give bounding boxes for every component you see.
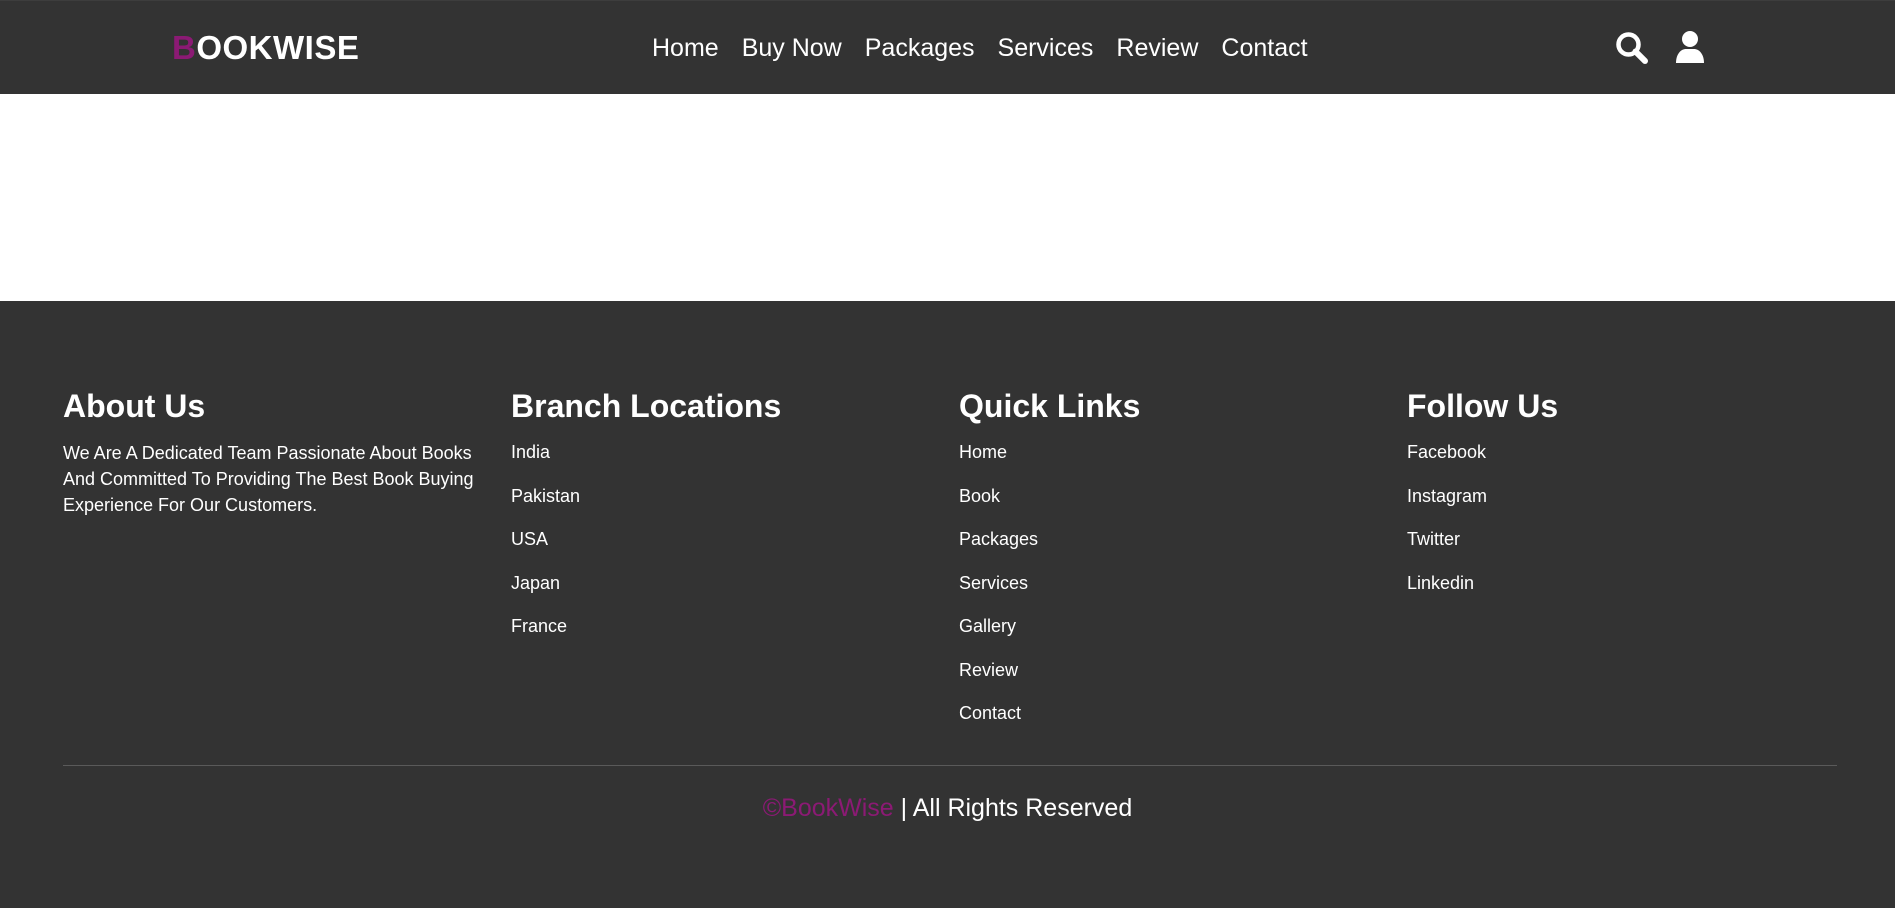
footer-branches-column: Branch Locations India Pakistan USA Japa… xyxy=(511,386,941,657)
quick-link-book[interactable]: Book xyxy=(959,486,1000,506)
quick-link-item: Gallery xyxy=(959,613,1389,657)
user-icon xyxy=(1672,30,1708,66)
branch-link-japan[interactable]: Japan xyxy=(511,573,560,593)
branch-list: India Pakistan USA Japan France xyxy=(511,439,941,657)
social-link-item: Twitter xyxy=(1407,526,1837,570)
nav-services[interactable]: Services xyxy=(998,31,1094,65)
nav-review[interactable]: Review xyxy=(1116,31,1198,65)
quick-link-packages[interactable]: Packages xyxy=(959,529,1038,549)
quick-link-home[interactable]: Home xyxy=(959,442,1007,462)
quick-links-list: Home Book Packages Services Gallery Revi… xyxy=(959,439,1389,744)
social-link-linkedin[interactable]: Linkedin xyxy=(1407,573,1474,593)
quick-link-item: Packages xyxy=(959,526,1389,570)
quick-link-item: Book xyxy=(959,483,1389,527)
social-link-instagram[interactable]: Instagram xyxy=(1407,486,1487,506)
nav-buy-now[interactable]: Buy Now xyxy=(742,31,842,65)
social-link-item: Linkedin xyxy=(1407,570,1837,614)
quick-link-item: Home xyxy=(959,439,1389,483)
quick-link-services[interactable]: Services xyxy=(959,573,1028,593)
branch-link-usa[interactable]: USA xyxy=(511,529,548,549)
copyright-text: | All Rights Reserved xyxy=(893,794,1133,822)
branch-item: USA xyxy=(511,526,941,570)
quick-link-gallery[interactable]: Gallery xyxy=(959,616,1016,636)
copyright-brand: ©BookWise xyxy=(762,794,894,822)
footer-follow-column: Follow Us Facebook Instagram Twitter Lin… xyxy=(1407,386,1837,613)
social-link-twitter[interactable]: Twitter xyxy=(1407,529,1460,549)
main-nav: Home Buy Now Packages Services Review Co… xyxy=(652,31,1308,65)
nav-contact[interactable]: Contact xyxy=(1221,31,1307,65)
social-link-item: Facebook xyxy=(1407,439,1837,483)
user-account-button[interactable] xyxy=(1672,30,1708,66)
footer-quick-links-column: Quick Links Home Book Packages Services … xyxy=(959,386,1389,744)
nav-home[interactable]: Home xyxy=(652,31,719,65)
quick-link-review[interactable]: Review xyxy=(959,660,1018,680)
hero-area xyxy=(0,94,1895,301)
footer-follow-title: Follow Us xyxy=(1407,388,1559,424)
footer-about-title: About Us xyxy=(63,388,206,424)
logo-accent-letter: B xyxy=(172,29,197,66)
branch-link-france[interactable]: France xyxy=(511,616,567,636)
nav-packages[interactable]: Packages xyxy=(865,31,975,65)
social-link-item: Instagram xyxy=(1407,483,1837,527)
branch-item: Pakistan xyxy=(511,483,941,527)
site-header: BOOKWISE Home Buy Now Packages Services … xyxy=(0,0,1895,94)
social-link-facebook[interactable]: Facebook xyxy=(1407,442,1486,462)
social-links-list: Facebook Instagram Twitter Linkedin xyxy=(1407,439,1837,613)
brand-logo[interactable]: BOOKWISE xyxy=(172,29,359,67)
branch-item: France xyxy=(511,613,941,657)
branch-link-india[interactable]: India xyxy=(511,442,550,462)
site-footer: About Us We Are A Dedicated Team Passion… xyxy=(0,301,1895,908)
quick-link-item: Review xyxy=(959,657,1389,701)
footer-about-text: We Are A Dedicated Team Passionate About… xyxy=(63,443,474,515)
footer-quick-links-title: Quick Links xyxy=(959,388,1141,424)
copyright-notice: ©BookWise | All Rights Reserved xyxy=(0,791,1895,825)
quick-link-item: Contact xyxy=(959,700,1389,744)
quick-link-contact[interactable]: Contact xyxy=(959,703,1021,723)
footer-branches-title: Branch Locations xyxy=(511,388,782,424)
footer-divider xyxy=(63,765,1837,766)
branch-link-pakistan[interactable]: Pakistan xyxy=(511,486,580,506)
logo-text: OOKWISE xyxy=(196,29,360,66)
branch-item: India xyxy=(511,439,941,483)
footer-about-column: About Us We Are A Dedicated Team Passion… xyxy=(63,386,493,518)
search-icon xyxy=(1614,30,1650,66)
search-button[interactable] xyxy=(1614,30,1650,66)
branch-item: Japan xyxy=(511,570,941,614)
quick-link-item: Services xyxy=(959,570,1389,614)
